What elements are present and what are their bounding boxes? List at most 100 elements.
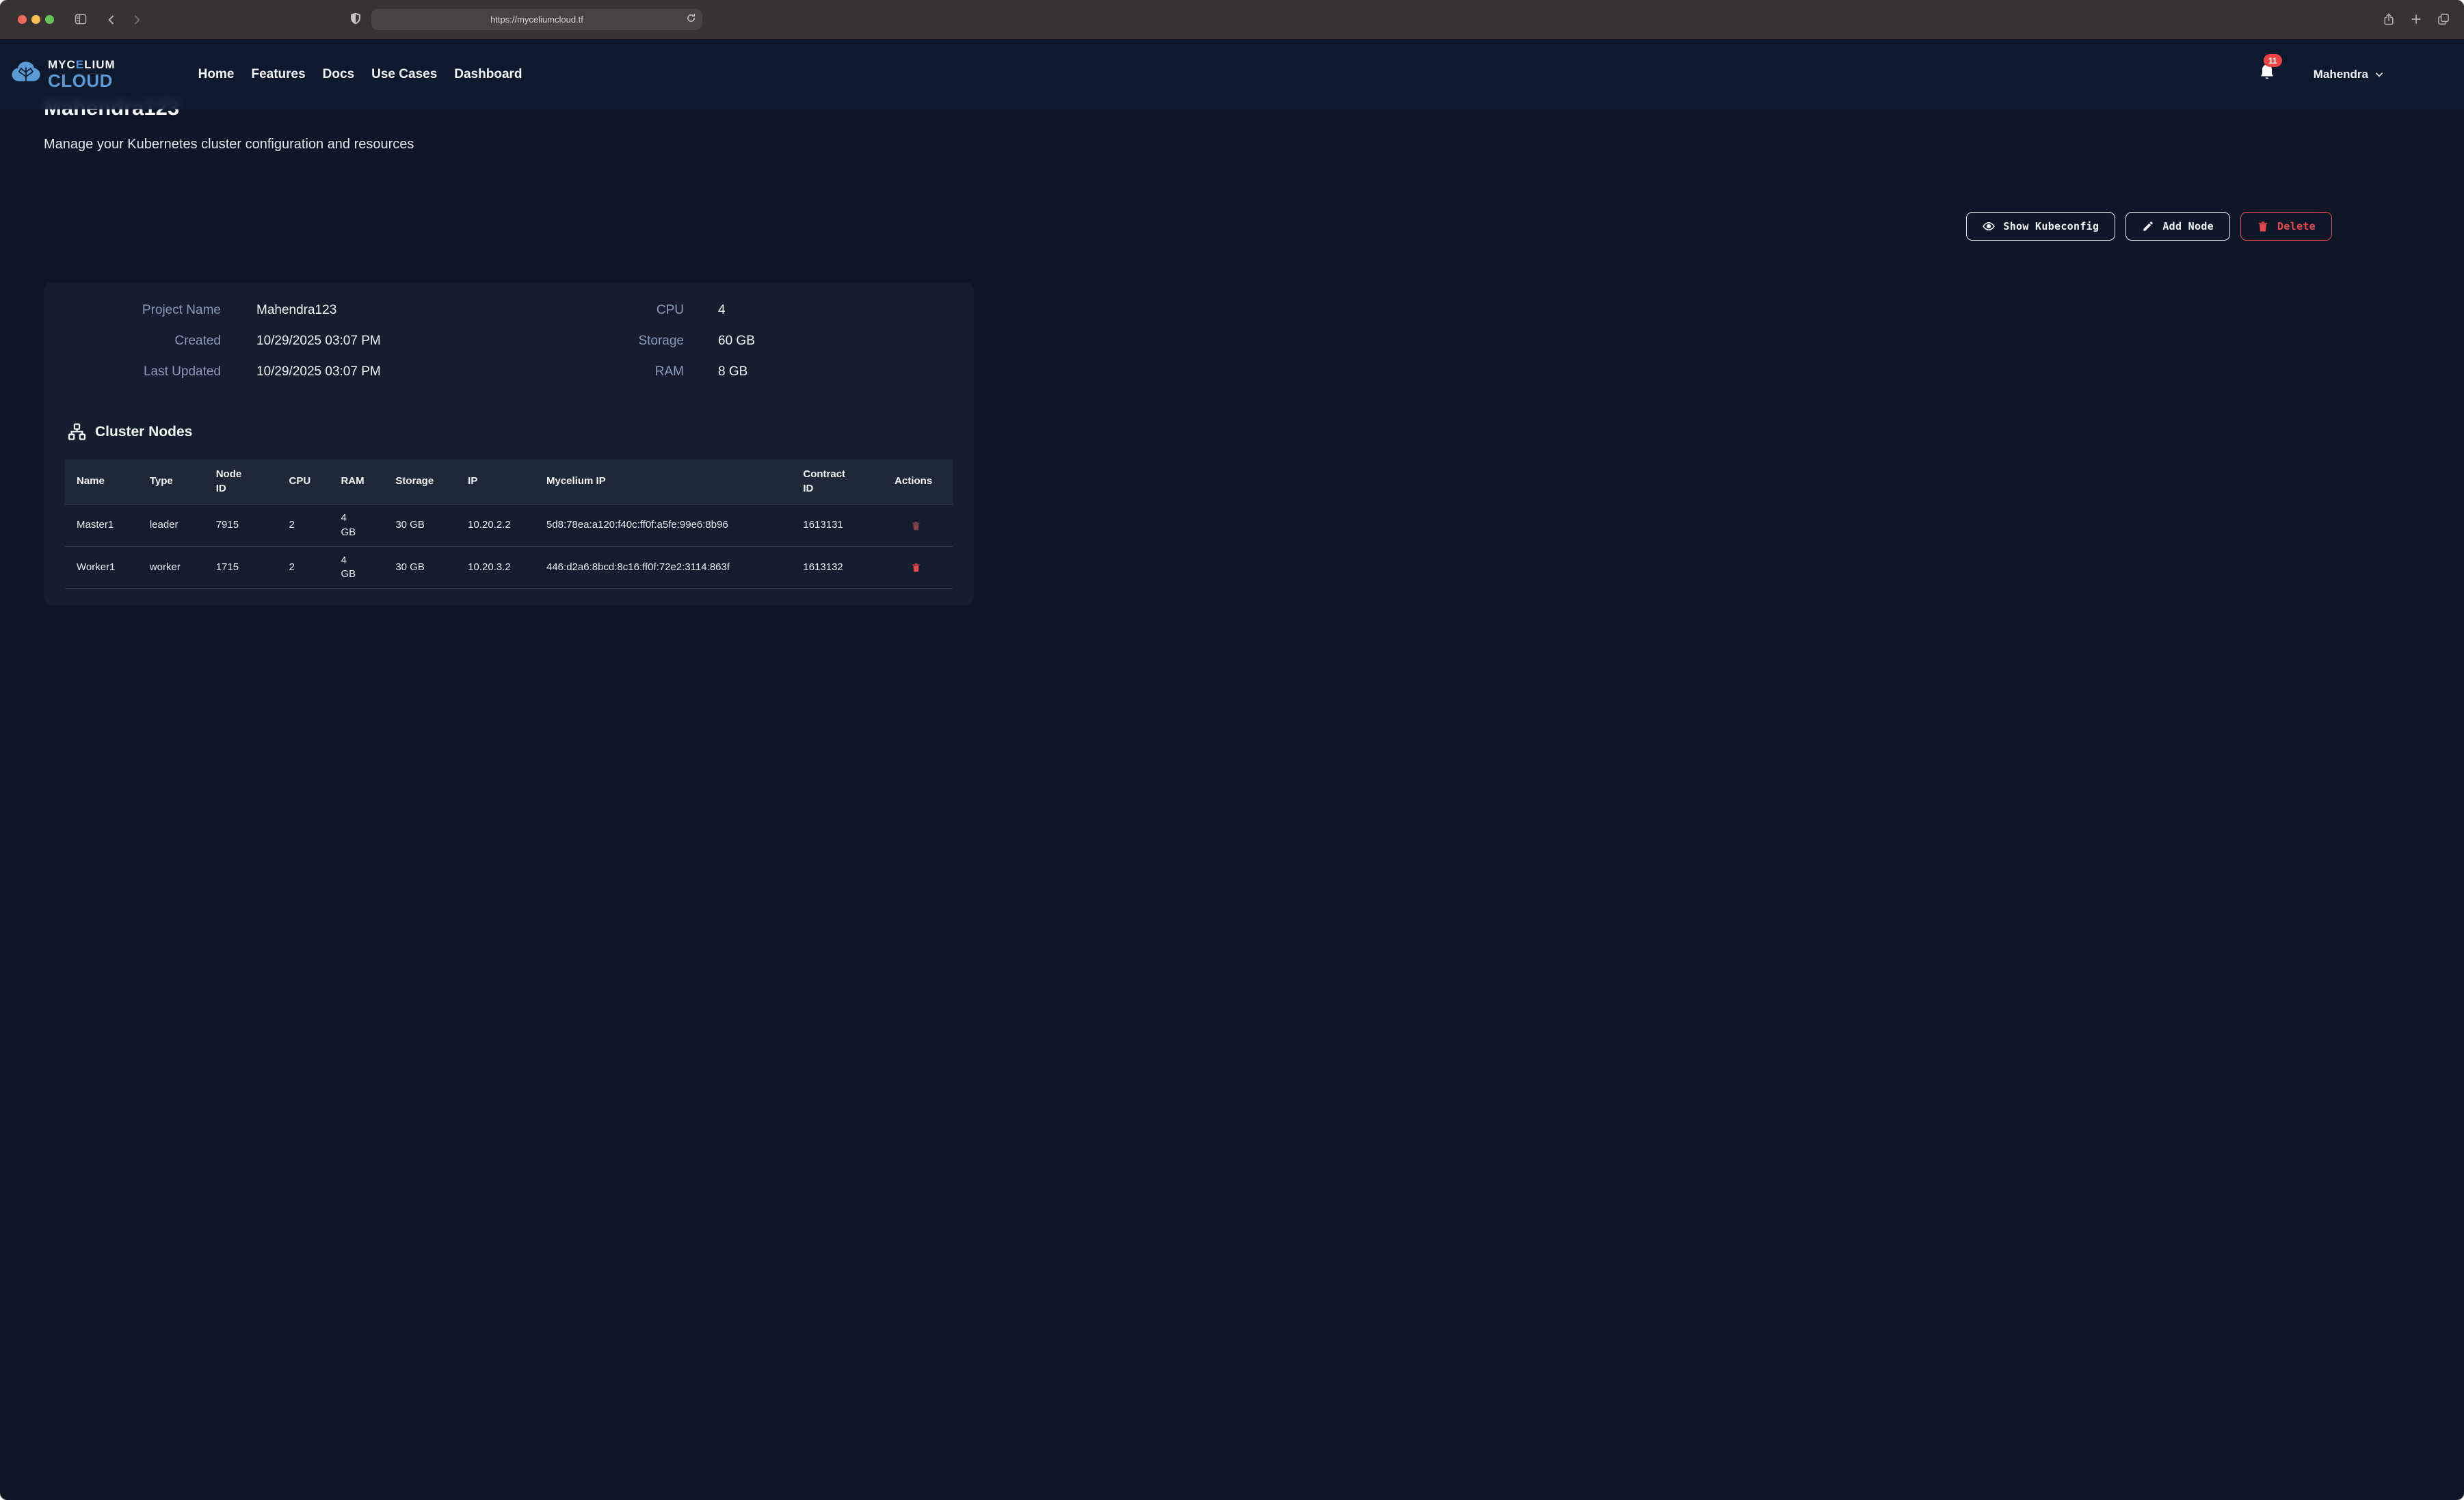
cluster-nodes-table: NameTypeNode IDCPURAMStorageIPMycelium I… (65, 459, 953, 589)
project-info-row: Project Name Mahendra123CPU 4 (65, 303, 953, 334)
logo-line1: MYCELIUM (48, 59, 116, 70)
user-name: Mahendra (2314, 68, 2368, 81)
eye-icon (1983, 220, 1995, 232)
column-header-ip: IP (456, 474, 535, 488)
add-node-button[interactable]: Add Node (2125, 212, 2230, 241)
cell-mycelium_ip: 5d8:78ea:a120:f40c:ff0f:a5fe:99e6:8b96 (535, 518, 791, 532)
action-buttons: Show Kubeconfig Add Node Delete (44, 212, 2332, 241)
field-label-last-updated: Last Updated (65, 364, 221, 379)
project-info-row: Created 10/29/2025 03:07 PMStorage 60 GB (65, 334, 953, 364)
nav-link-dashboard[interactable]: Dashboard (454, 67, 522, 82)
column-header-ram: RAM (329, 474, 384, 488)
cell-storage: 30 GB (384, 561, 456, 574)
shield-icon[interactable] (349, 12, 362, 25)
cell-mycelium_ip: 446:d2a6:8bcd:8c16:ff0f:72e2:3114:863f (535, 561, 791, 574)
back-icon[interactable] (105, 13, 118, 27)
forward-icon[interactable] (130, 13, 144, 27)
nav-link-docs[interactable]: Docs (323, 67, 354, 82)
field-label-project-name: Project Name (65, 303, 221, 318)
button-label: Add Node (2162, 220, 2214, 232)
cell-type: leader (138, 518, 204, 532)
table-row-worker1: Worker1worker171524 GB30 GB10.20.3.2446:… (65, 546, 953, 589)
field-value-project-name: Mahendra123 (256, 303, 551, 318)
sidebar-icon[interactable] (74, 12, 88, 26)
network-icon (68, 423, 86, 441)
cell-cpu: 2 (278, 518, 330, 532)
column-header-storage: Storage (384, 474, 456, 488)
cell-name: Worker1 (65, 561, 138, 574)
field-value-created: 10/29/2025 03:07 PM (256, 334, 551, 349)
delete-node-button[interactable] (911, 561, 921, 574)
zoom-window-button[interactable] (45, 15, 54, 24)
cluster-nodes-header: Cluster Nodes (68, 423, 953, 441)
logo-cloud-icon (10, 59, 42, 90)
project-info-grid: Project Name Mahendra123CPU 4 Created 10/29/… (65, 303, 953, 395)
nav-link-features[interactable]: Features (251, 67, 305, 82)
cell-actions (883, 561, 953, 574)
cell-node_id: 7915 (204, 518, 278, 532)
field-value-last-updated: 10/29/2025 03:07 PM (256, 364, 551, 379)
table-row-master1: Master1leader791524 GB30 GB10.20.2.25d8:… (65, 504, 953, 546)
reload-icon[interactable] (686, 13, 696, 27)
project-info-card: Project NameMahendra123CPU4Created10/29/… (44, 282, 974, 605)
web-content: MYCELIUM CLOUD Home Features Docs Use Cases… (0, 39, 2464, 653)
cell-name: Master1 (65, 518, 138, 532)
notifications-button[interactable]: 11 (2259, 64, 2275, 85)
minimize-window-button[interactable] (31, 15, 40, 24)
tabs-icon[interactable] (2437, 12, 2450, 26)
field-label-cpu: CPU (551, 303, 684, 318)
user-menu[interactable]: Mahendra (2314, 68, 2384, 81)
cell-ram: 4 GB (329, 511, 384, 539)
traffic-lights (18, 15, 54, 24)
notification-badge: 11 (2264, 54, 2282, 67)
column-header-type: Type (138, 474, 204, 488)
column-header-node-id: Node ID (204, 468, 278, 496)
close-window-button[interactable] (18, 15, 27, 24)
cell-cpu: 2 (278, 561, 330, 574)
page-body: Mahendra123 Manage your Kubernetes clust… (0, 39, 2464, 605)
column-header-actions: Actions (883, 474, 953, 488)
cell-actions (883, 520, 953, 532)
table-header-row: NameTypeNode IDCPURAMStorageIPMycelium I… (65, 459, 953, 504)
cell-ip: 10.20.2.2 (456, 518, 535, 532)
browser-window: https://myceliumcloud.tf (0, 0, 2464, 1500)
nav-link-use-cases[interactable]: Use Cases (371, 67, 437, 82)
nav-link-home[interactable]: Home (198, 67, 235, 82)
cluster-nodes-title: Cluster Nodes (95, 424, 192, 440)
cell-node_id: 1715 (204, 561, 278, 574)
column-header-contract-id: Contract ID (791, 468, 883, 496)
button-label: Delete (2277, 220, 2316, 232)
column-header-cpu: CPU (278, 474, 330, 488)
delete-node-button[interactable] (911, 520, 921, 532)
page-subtitle: Manage your Kubernetes cluster configura… (44, 137, 2420, 152)
pencil-icon (2142, 220, 2154, 232)
field-value-cpu: 4 (718, 303, 726, 318)
cell-contract_id: 1613131 (791, 518, 883, 532)
field-label-ram: RAM (551, 364, 684, 379)
cell-type: worker (138, 561, 204, 574)
logo-line2: CLOUD (48, 72, 116, 90)
field-value-ram: 8 GB (718, 364, 747, 379)
column-header-mycelium-ip: Mycelium IP (535, 474, 791, 488)
address-bar[interactable]: https://myceliumcloud.tf (371, 9, 702, 30)
trash-icon (2257, 220, 2269, 232)
cell-ram: 4 GB (329, 554, 384, 582)
column-header-name: Name (65, 474, 138, 488)
url-text: https://myceliumcloud.tf (490, 14, 583, 25)
field-value-storage: 60 GB (718, 334, 755, 349)
field-label-created: Created (65, 334, 221, 349)
mycelium-cloud-logo[interactable]: MYCELIUM CLOUD (10, 59, 116, 90)
navbar-right: 11 Mahendra (2259, 64, 2464, 85)
button-label: Show Kubeconfig (2003, 220, 2099, 232)
new-tab-icon[interactable] (2409, 12, 2423, 26)
cell-ip: 10.20.3.2 (456, 561, 535, 574)
field-label-storage: Storage (551, 334, 684, 349)
browser-toolbar: https://myceliumcloud.tf (0, 0, 2464, 39)
delete-button[interactable]: Delete (2240, 212, 2332, 241)
cell-contract_id: 1613132 (791, 561, 883, 574)
site-navbar: MYCELIUM CLOUD Home Features Docs Use Cases… (0, 39, 2464, 109)
chevron-down-icon (2374, 70, 2384, 79)
project-info-row: Last Updated 10/29/2025 03:07 PMRAM 8 GB (65, 364, 953, 395)
share-icon[interactable] (2382, 12, 2396, 26)
show-kubeconfig-button[interactable]: Show Kubeconfig (1966, 212, 2115, 241)
